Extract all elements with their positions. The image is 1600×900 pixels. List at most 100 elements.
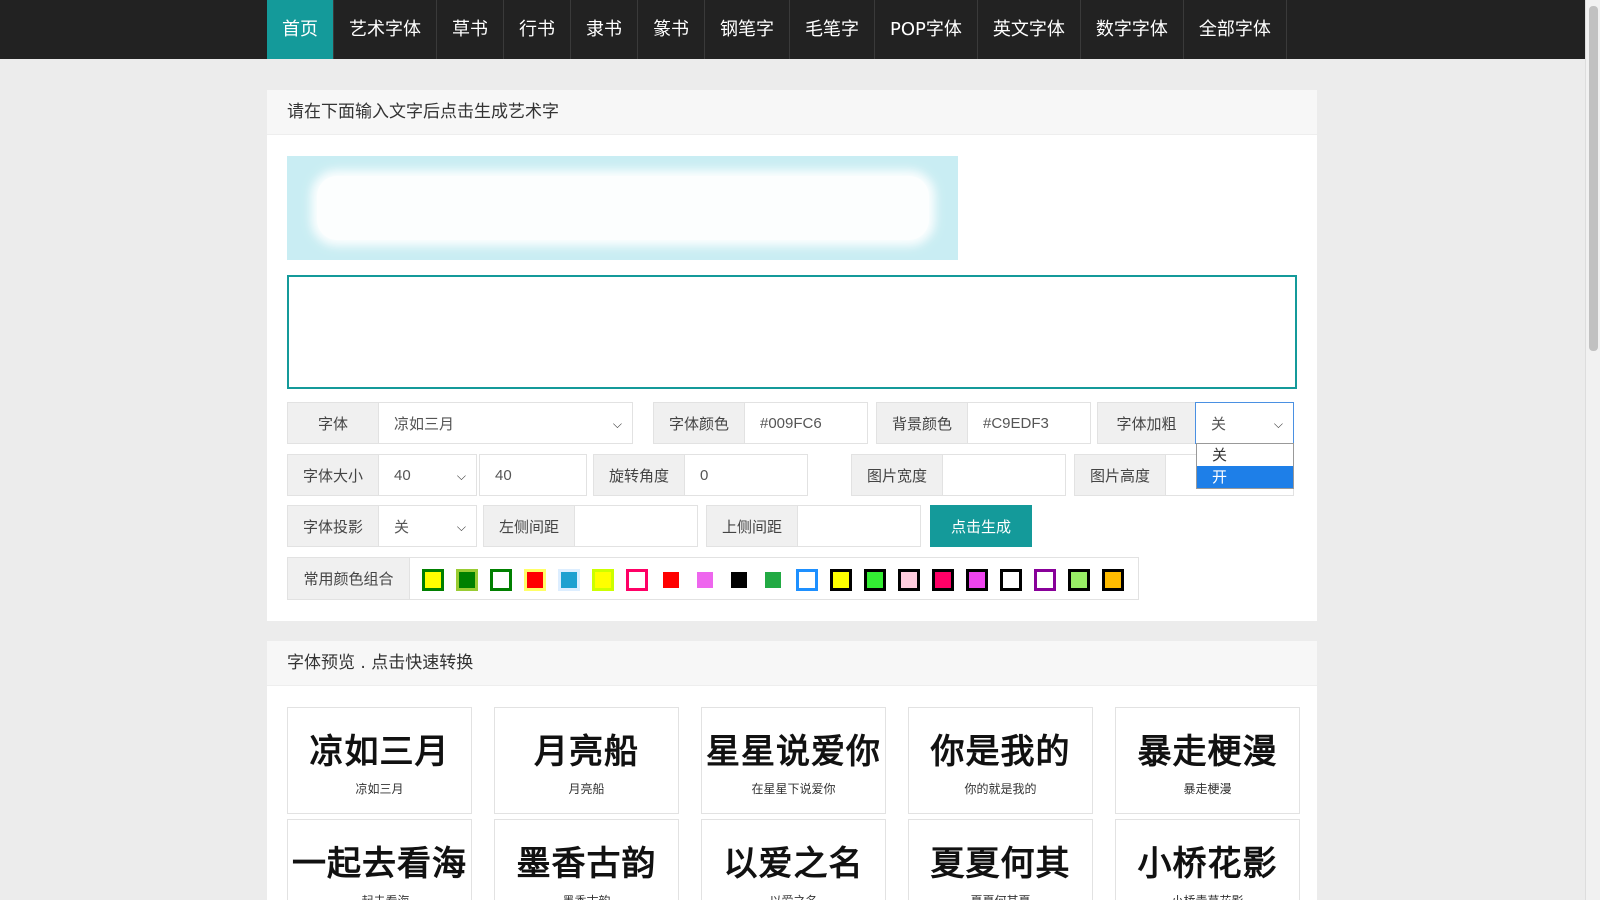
color-combo-swatch-12[interactable] [830, 569, 852, 591]
font-caption: 凉如三月 [355, 782, 404, 796]
left-margin-input[interactable] [574, 505, 698, 547]
bg-color-value: #C9EDF3 [983, 414, 1049, 432]
font-art-sample: 夏夏何其 [930, 844, 1071, 884]
font-caption: 月亮船 [568, 782, 605, 796]
nav-item-0[interactable]: 首页 [267, 0, 334, 59]
font-preview-card[interactable]: 凉如三月 凉如三月 [287, 707, 472, 814]
font-preview-card[interactable]: 月亮船 月亮船 [494, 707, 679, 814]
chevron-down-icon: ⌵ [456, 520, 466, 534]
img-width-input[interactable] [942, 454, 1066, 496]
font-preview-card[interactable]: 夏夏何其夏夏何其夏 [908, 819, 1093, 900]
preview-blur-mask [317, 176, 929, 240]
font-caption: 暴走梗漫 [1183, 782, 1232, 796]
font-caption: 夏夏何其夏 [909, 892, 1092, 900]
bg-color-input[interactable]: #C9EDF3 [967, 402, 1091, 444]
color-combo-swatch-19[interactable] [1068, 569, 1090, 591]
color-combo-swatch-2[interactable] [490, 569, 512, 591]
generator-heading: 请在下面输入文字后点击生成艺术字 [267, 90, 1317, 135]
color-combo-swatch-4[interactable] [558, 569, 580, 591]
rotate-label: 旋转角度 [593, 454, 685, 496]
font-caption: 墨香古韵 [495, 892, 678, 900]
color-combo-swatch-17[interactable] [1000, 569, 1022, 591]
bold-label: 字体加粗 [1097, 402, 1196, 444]
color-combo-list [409, 557, 1139, 600]
font-select[interactable]: 凉如三月 ⌵ [378, 402, 633, 444]
font-art-sample: 一起去看海 [292, 844, 467, 884]
color-combo-label: 常用颜色组合 [287, 557, 410, 600]
size-label: 字体大小 [287, 454, 379, 496]
chevron-down-icon: ⌵ [456, 469, 466, 483]
top-margin-label: 上侧间距 [706, 505, 798, 547]
color-combo-swatch-18[interactable] [1034, 569, 1056, 591]
color-combo-swatch-13[interactable] [864, 569, 886, 591]
font-art-sample: 暴走梗漫 [1137, 732, 1278, 772]
color-combo-swatch-6[interactable] [626, 569, 648, 591]
nav-item-2[interactable]: 草书 [437, 0, 504, 59]
color-combo-swatch-16[interactable] [966, 569, 988, 591]
color-combo-swatch-8[interactable] [694, 569, 716, 591]
nav-item-5[interactable]: 篆书 [638, 0, 705, 59]
font-preview-card[interactable]: 星星说爱你 在星星下说爱你 [701, 707, 886, 814]
font-preview-panel: 字体预览 . 点击快速转换 凉如三月 凉如三月 月亮船 月亮船 星星说爱你 在星星下说爱你… [267, 641, 1317, 900]
color-combo-swatch-9[interactable] [728, 569, 750, 591]
font-color-label: 字体颜色 [653, 402, 745, 444]
color-combo-swatch-7[interactable] [660, 569, 682, 591]
color-combo-swatch-10[interactable] [762, 569, 784, 591]
font-art-sample: 以爱之名 [723, 844, 864, 884]
shadow-select[interactable]: 关 ⌵ [378, 505, 477, 547]
color-combo-swatch-1[interactable] [456, 569, 478, 591]
top-margin-input[interactable] [797, 505, 921, 547]
img-width-label: 图片宽度 [851, 454, 943, 496]
nav-item-4[interactable]: 隶书 [571, 0, 638, 59]
color-combo-swatch-0[interactable] [422, 569, 444, 591]
font-preview-card[interactable]: 一起去看海一起去看海 [287, 819, 472, 900]
color-combo-swatch-3[interactable] [524, 569, 546, 591]
font-preview-heading: 字体预览 . 点击快速转换 [267, 641, 1317, 686]
size-input-value: 40 [495, 466, 512, 484]
font-caption: 一起去看海 [288, 892, 471, 900]
color-combo-swatch-14[interactable] [898, 569, 920, 591]
nav-item-8[interactable]: POP字体 [875, 0, 978, 59]
font-preview-card[interactable]: 暴走梗漫 暴走梗漫 [1115, 707, 1300, 814]
page-scrollbar[interactable] [1585, 0, 1600, 900]
nav-item-6[interactable]: 钢笔字 [705, 0, 790, 59]
font-caption: 在星星下说爱你 [751, 782, 836, 796]
nav-item-11[interactable]: 全部字体 [1184, 0, 1287, 59]
color-combo-swatch-5[interactable] [592, 569, 614, 591]
font-preview-card[interactable]: 小桥花影小桥青草花影 [1115, 819, 1300, 900]
color-combo-swatch-15[interactable] [932, 569, 954, 591]
font-preview-card[interactable]: 以爱之名以爱之名 [701, 819, 886, 900]
font-caption: 你的就是我的 [964, 782, 1037, 796]
font-label: 字体 [287, 402, 379, 444]
bold-select[interactable]: 关 ⌵ [1195, 402, 1294, 444]
art-text-input[interactable] [287, 275, 1297, 389]
img-height-label: 图片高度 [1074, 454, 1166, 496]
nav-item-9[interactable]: 英文字体 [978, 0, 1081, 59]
rotate-input[interactable]: 0 [684, 454, 808, 496]
font-preview-card[interactable]: 墨香古韵墨香古韵 [494, 819, 679, 900]
nav-item-3[interactable]: 行书 [504, 0, 571, 59]
font-art-sample: 月亮船 [534, 732, 639, 772]
size-input[interactable]: 40 [479, 454, 587, 496]
scrollbar-thumb[interactable] [1589, 6, 1598, 351]
size-select-value: 40 [394, 466, 411, 484]
bold-option-0[interactable]: 关 [1197, 444, 1293, 466]
font-color-input[interactable]: #009FC6 [744, 402, 868, 444]
bold-select-value: 关 [1211, 415, 1227, 433]
nav-item-10[interactable]: 数字字体 [1081, 0, 1184, 59]
font-art-sample: 小桥花影 [1137, 844, 1278, 884]
chevron-down-icon: ⌵ [612, 417, 622, 431]
font-preview-card[interactable]: 你是我的你的就是我的 [908, 707, 1093, 814]
font-color-value: #009FC6 [760, 414, 822, 432]
size-select[interactable]: 40 ⌵ [378, 454, 477, 496]
generate-button[interactable]: 点击生成 [930, 505, 1032, 547]
bg-color-label: 背景颜色 [876, 402, 968, 444]
color-combo-swatch-20[interactable] [1102, 569, 1124, 591]
color-combo-swatch-11[interactable] [796, 569, 818, 591]
bold-option-1[interactable]: 开 [1197, 466, 1293, 488]
font-art-sample: 你是我的 [930, 732, 1071, 772]
left-margin-label: 左侧间距 [483, 505, 575, 547]
rotate-value: 0 [700, 466, 709, 484]
nav-item-7[interactable]: 毛笔字 [790, 0, 875, 59]
nav-item-1[interactable]: 艺术字体 [334, 0, 437, 59]
